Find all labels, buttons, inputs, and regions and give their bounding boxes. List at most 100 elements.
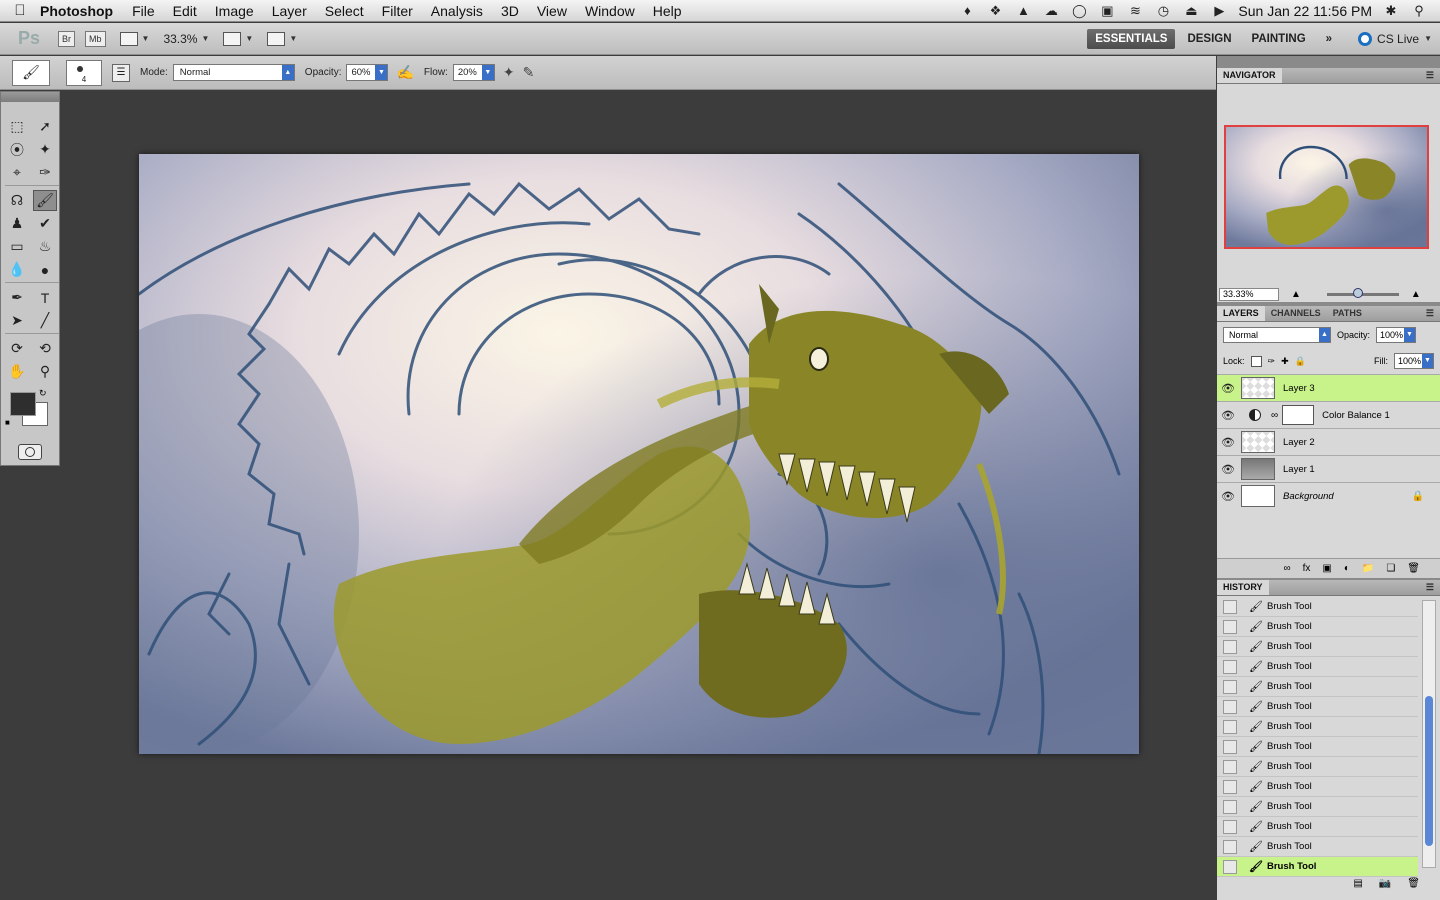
panel-menu-icon[interactable]: ☰ — [1426, 308, 1434, 319]
3d-rotate-tool-icon[interactable]: ⟳ — [5, 338, 29, 359]
visibility-eye-icon[interactable]: 👁 — [1217, 436, 1239, 449]
menu-image[interactable]: Image — [206, 3, 263, 19]
flow-input[interactable]: 20% ▼ — [452, 64, 495, 81]
quick-mask-button[interactable] — [18, 444, 42, 460]
brush-panel-toggle[interactable]: ☰ — [112, 63, 130, 82]
airbrush-icon[interactable]: ✦ — [503, 64, 515, 81]
history-source-checkbox[interactable] — [1223, 779, 1237, 794]
evernote-icon[interactable]: ♦ — [958, 3, 976, 18]
menu-3d[interactable]: 3D — [492, 3, 528, 19]
magic-wand-tool-icon[interactable]: ✦ — [33, 139, 57, 160]
pen-tool-icon[interactable]: ✒ — [5, 287, 29, 308]
history-source-checkbox[interactable] — [1223, 739, 1237, 754]
trash-icon[interactable]: 🗑 — [1407, 878, 1420, 892]
history-item[interactable]: 🖌 Brush Tool — [1217, 597, 1418, 617]
layer-style-icon[interactable]: fx — [1303, 563, 1311, 574]
visibility-eye-icon[interactable]: 👁 — [1217, 463, 1239, 476]
workspace-painting[interactable]: PAINTING — [1244, 29, 1314, 49]
layer-row-layer-1[interactable]: 👁 Layer 1 — [1217, 455, 1440, 482]
dropbox-icon[interactable]: ❖ — [986, 3, 1004, 19]
history-source-checkbox[interactable] — [1223, 799, 1237, 814]
type-tool-icon[interactable]: T — [33, 287, 57, 308]
bluetooth-icon[interactable]: ✱ — [1382, 3, 1400, 19]
history-item[interactable]: 🖌 Brush Tool — [1217, 817, 1418, 837]
menu-filter[interactable]: Filter — [373, 3, 422, 19]
clock[interactable]: Sun Jan 22 11:56 PM — [1238, 3, 1372, 19]
history-source-checkbox[interactable] — [1223, 859, 1237, 874]
volume-icon[interactable]: ▶ — [1210, 3, 1228, 19]
crop-tool-icon[interactable]: ⌖ — [5, 162, 29, 183]
menu-window[interactable]: Window — [576, 3, 644, 19]
layer-row-background[interactable]: 👁 Background 🔒 — [1217, 482, 1440, 509]
brush-preset-picker[interactable]: 4 — [66, 59, 102, 86]
navigator-zoom-slider[interactable] — [1326, 287, 1399, 298]
history-source-checkbox[interactable] — [1223, 819, 1237, 834]
blend-mode-select[interactable]: Normal ▲ — [172, 64, 295, 81]
lock-pixels-icon[interactable]: ✑ — [1268, 356, 1276, 367]
tablet-size-pressure-icon[interactable]: ✎ — [523, 64, 535, 81]
opacity-input[interactable]: 60% ▼ — [346, 64, 389, 81]
hand-tool-icon[interactable]: ✋ — [5, 361, 29, 382]
link-layers-icon[interactable]: ∞ — [1283, 563, 1290, 574]
chat-icon[interactable]: ◯ — [1070, 3, 1088, 19]
tab-navigator[interactable]: NAVIGATOR — [1217, 68, 1282, 83]
app-menu[interactable]: Photoshop — [40, 3, 113, 19]
wifi-icon[interactable]: ≋ — [1126, 3, 1144, 19]
new-snapshot-icon[interactable]: 📷 — [1379, 878, 1391, 892]
swap-colors-icon[interactable]: ↻ — [39, 388, 47, 399]
layer-blend-mode-select[interactable]: Normal ▲ — [1223, 327, 1331, 343]
panel-menu-icon[interactable]: ☰ — [1426, 70, 1434, 81]
display-icon[interactable]: ▣ — [1098, 3, 1116, 19]
tab-history[interactable]: HISTORY — [1217, 580, 1269, 595]
history-item[interactable]: 🖌 Brush Tool — [1217, 637, 1418, 657]
marquee-tool-icon[interactable]: ⬚ — [5, 116, 29, 137]
mask-link-icon[interactable]: ∞ — [1271, 410, 1278, 421]
history-item[interactable]: 🖌 Brush Tool — [1217, 797, 1418, 817]
zoom-out-icon[interactable]: ▲ — [1291, 289, 1301, 300]
menu-analysis[interactable]: Analysis — [422, 3, 492, 19]
tools-panel-header[interactable] — [1, 92, 59, 102]
history-item[interactable]: 🖌 Brush Tool — [1217, 697, 1418, 717]
eyedropper-tool-icon[interactable]: ✑ — [33, 162, 57, 183]
history-item[interactable]: 🖌 Brush Tool — [1217, 757, 1418, 777]
eject-icon[interactable]: ⏏ — [1182, 3, 1200, 19]
tablet-opacity-pressure-icon[interactable]: ✍ — [396, 64, 413, 81]
tab-paths[interactable]: PATHS — [1327, 306, 1368, 321]
line-tool-icon[interactable]: ╱ — [33, 310, 57, 331]
history-item[interactable]: 🖌 Brush Tool — [1217, 737, 1418, 757]
add-mask-icon[interactable]: ▣ — [1322, 563, 1331, 574]
menu-file[interactable]: File — [123, 3, 164, 19]
lock-position-icon[interactable]: ✚ — [1281, 356, 1289, 367]
history-item[interactable]: 🖌 Brush Tool — [1217, 777, 1418, 797]
layer-row-color-balance-1[interactable]: 👁 ∞ Color Balance 1 — [1217, 401, 1440, 428]
path-selection-tool-icon[interactable]: ➤ — [5, 310, 29, 331]
adobe-icon[interactable]: ▲ — [1014, 3, 1032, 18]
spotlight-icon[interactable]: ⚲ — [1410, 3, 1428, 19]
tool-preset-picker[interactable]: 🖌 — [12, 59, 50, 86]
lasso-tool-icon[interactable]: ⦿ — [5, 139, 29, 160]
navigator-zoom-input[interactable]: 33.33% — [1219, 287, 1279, 301]
menu-help[interactable]: Help — [644, 3, 691, 19]
3d-orbit-tool-icon[interactable]: ⟲ — [33, 338, 57, 359]
layer-row-layer-2[interactable]: 👁 Layer 2 — [1217, 428, 1440, 455]
brush-tool-icon[interactable]: 🖌 — [33, 190, 57, 211]
zoom-level-dropdown[interactable]: 33.3% ▼ — [163, 32, 209, 46]
new-document-from-state-icon[interactable]: ▤ — [1353, 878, 1362, 892]
history-scrollbar[interactable] — [1422, 600, 1436, 868]
visibility-eye-icon[interactable]: 👁 — [1217, 409, 1239, 422]
history-item[interactable]: 🖌 Brush Tool — [1217, 657, 1418, 677]
history-source-checkbox[interactable] — [1223, 719, 1237, 734]
blur-tool-icon[interactable]: 💧 — [5, 259, 29, 280]
menu-edit[interactable]: Edit — [164, 3, 206, 19]
panel-menu-icon[interactable]: ☰ — [1426, 582, 1434, 593]
workspace-design[interactable]: DESIGN — [1179, 29, 1239, 49]
lock-all-icon[interactable]: 🔒 — [1295, 356, 1306, 367]
new-group-icon[interactable]: 📁 — [1362, 563, 1374, 574]
arrange-documents-button[interactable]: ▼ — [223, 31, 253, 46]
layer-opacity-input[interactable]: 100% ▼ — [1376, 327, 1417, 343]
history-source-checkbox[interactable] — [1223, 659, 1237, 674]
history-item[interactable]: 🖌 Brush Tool — [1217, 617, 1418, 637]
dodge-tool-icon[interactable]: ● — [33, 259, 57, 280]
new-adjustment-icon[interactable]: ◐ — [1344, 563, 1350, 574]
paint-bucket-tool-icon[interactable]: ♨ — [33, 236, 57, 257]
